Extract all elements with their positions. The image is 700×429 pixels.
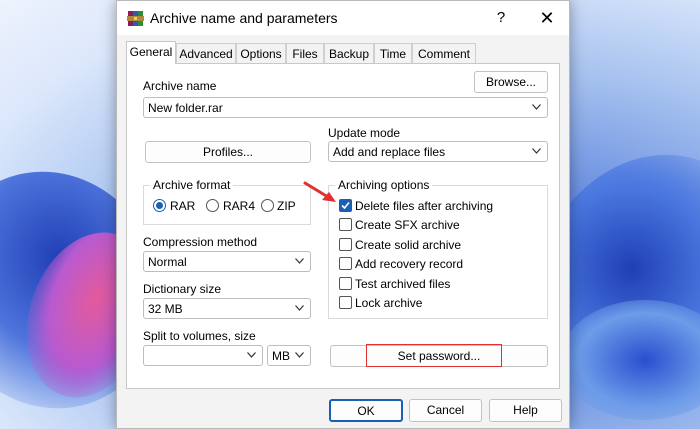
- title-bar[interactable]: Archive name and parameters ? ✕: [117, 1, 569, 35]
- tab-options[interactable]: Options: [236, 43, 286, 63]
- browse-button[interactable]: Browse...: [474, 71, 548, 93]
- chevron-down-icon[interactable]: [532, 104, 541, 110]
- ok-button[interactable]: OK: [329, 399, 403, 422]
- checkbox-recovery-record[interactable]: [339, 257, 352, 270]
- winrar-app-icon: [127, 11, 144, 26]
- archive-name-value: New folder.rar: [148, 101, 223, 115]
- help-title-button[interactable]: ?: [479, 1, 523, 35]
- close-button[interactable]: ✕: [525, 1, 569, 35]
- update-mode-value: Add and replace files: [333, 145, 446, 159]
- split-volumes-label: Split to volumes, size: [143, 329, 256, 343]
- chevron-down-icon[interactable]: [295, 305, 304, 311]
- compression-method-label: Compression method: [143, 235, 258, 249]
- profiles-button[interactable]: Profiles...: [145, 141, 311, 163]
- checkbox-test-files-label[interactable]: Test archived files: [355, 277, 450, 291]
- split-unit-select[interactable]: MB: [267, 345, 311, 366]
- checkbox-delete-files-label[interactable]: Delete files after archiving: [355, 199, 493, 213]
- update-mode-select[interactable]: Add and replace files: [328, 141, 548, 162]
- red-arrow-icon: [303, 181, 336, 202]
- checkbox-test-files[interactable]: [339, 277, 352, 290]
- split-unit-value: MB: [272, 349, 290, 363]
- split-volumes-combo[interactable]: [143, 345, 263, 366]
- checkbox-recovery-record-label[interactable]: Add recovery record: [355, 257, 463, 271]
- checkbox-lock-archive-label[interactable]: Lock archive: [355, 296, 422, 310]
- radio-rar4[interactable]: [206, 199, 219, 212]
- help-button[interactable]: Help: [489, 399, 562, 422]
- tab-backup[interactable]: Backup: [324, 43, 374, 63]
- compression-method-value: Normal: [148, 255, 187, 269]
- update-mode-label: Update mode: [328, 126, 401, 140]
- radio-rar-label[interactable]: RAR: [170, 199, 195, 213]
- tab-advanced[interactable]: Advanced: [176, 43, 236, 63]
- checkbox-delete-files[interactable]: [339, 199, 352, 212]
- tab-files[interactable]: Files: [286, 43, 324, 63]
- chevron-down-icon[interactable]: [295, 258, 304, 264]
- chevron-down-icon[interactable]: [532, 148, 541, 154]
- archive-name-combo[interactable]: New folder.rar: [143, 97, 548, 118]
- cancel-button[interactable]: Cancel: [409, 399, 482, 422]
- checkbox-create-sfx[interactable]: [339, 218, 352, 231]
- checkbox-solid-archive[interactable]: [339, 238, 352, 251]
- radio-zip-label[interactable]: ZIP: [277, 199, 296, 213]
- password-highlight-box: [366, 344, 502, 367]
- tab-general[interactable]: General: [126, 41, 176, 64]
- compression-method-select[interactable]: Normal: [143, 251, 311, 272]
- checkbox-lock-archive[interactable]: [339, 296, 352, 309]
- tab-time[interactable]: Time: [374, 43, 412, 63]
- dictionary-size-value: 32 MB: [148, 302, 183, 316]
- radio-rar[interactable]: [153, 199, 166, 212]
- tab-comment[interactable]: Comment: [412, 43, 476, 63]
- dictionary-size-select[interactable]: 32 MB: [143, 298, 311, 319]
- window-title: Archive name and parameters: [150, 10, 338, 26]
- checkbox-solid-archive-label[interactable]: Create solid archive: [355, 238, 461, 252]
- checkmark-icon: [341, 201, 350, 210]
- dictionary-size-label: Dictionary size: [143, 282, 222, 296]
- checkbox-create-sfx-label[interactable]: Create SFX archive: [355, 218, 460, 232]
- archive-name-label: Archive name: [143, 79, 217, 93]
- chevron-down-icon[interactable]: [295, 352, 304, 358]
- chevron-down-icon[interactable]: [247, 352, 256, 358]
- radio-rar4-label[interactable]: RAR4: [223, 199, 255, 213]
- archive-format-label: Archive format: [150, 178, 234, 192]
- archiving-options-label: Archiving options: [335, 178, 433, 192]
- radio-zip[interactable]: [261, 199, 274, 212]
